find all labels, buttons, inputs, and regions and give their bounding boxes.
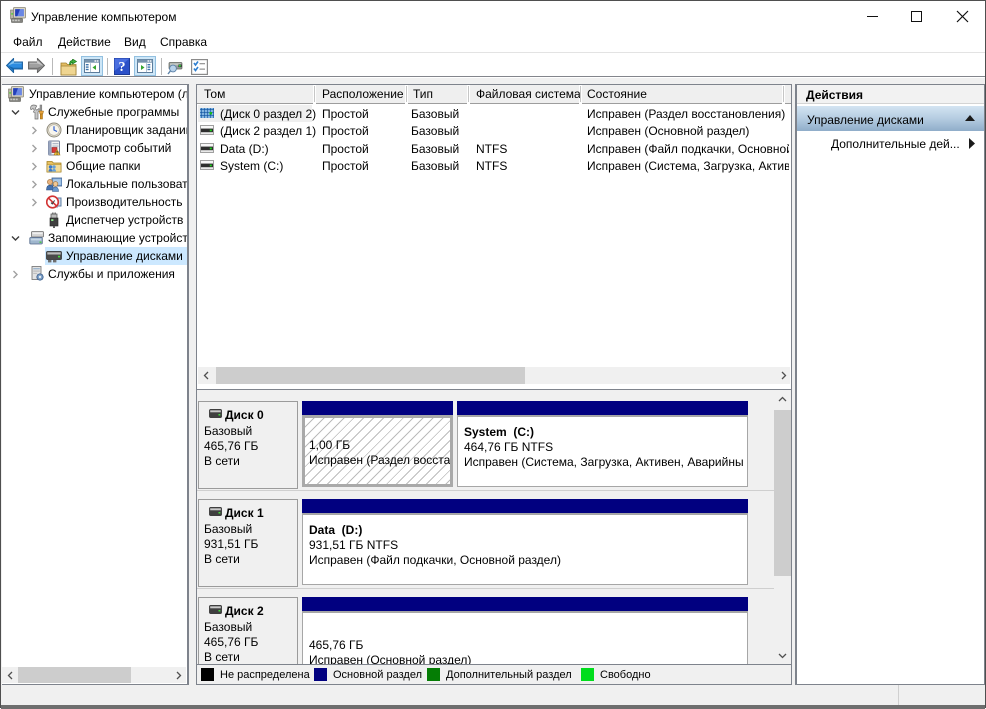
svg-text:?: ? xyxy=(119,60,126,75)
